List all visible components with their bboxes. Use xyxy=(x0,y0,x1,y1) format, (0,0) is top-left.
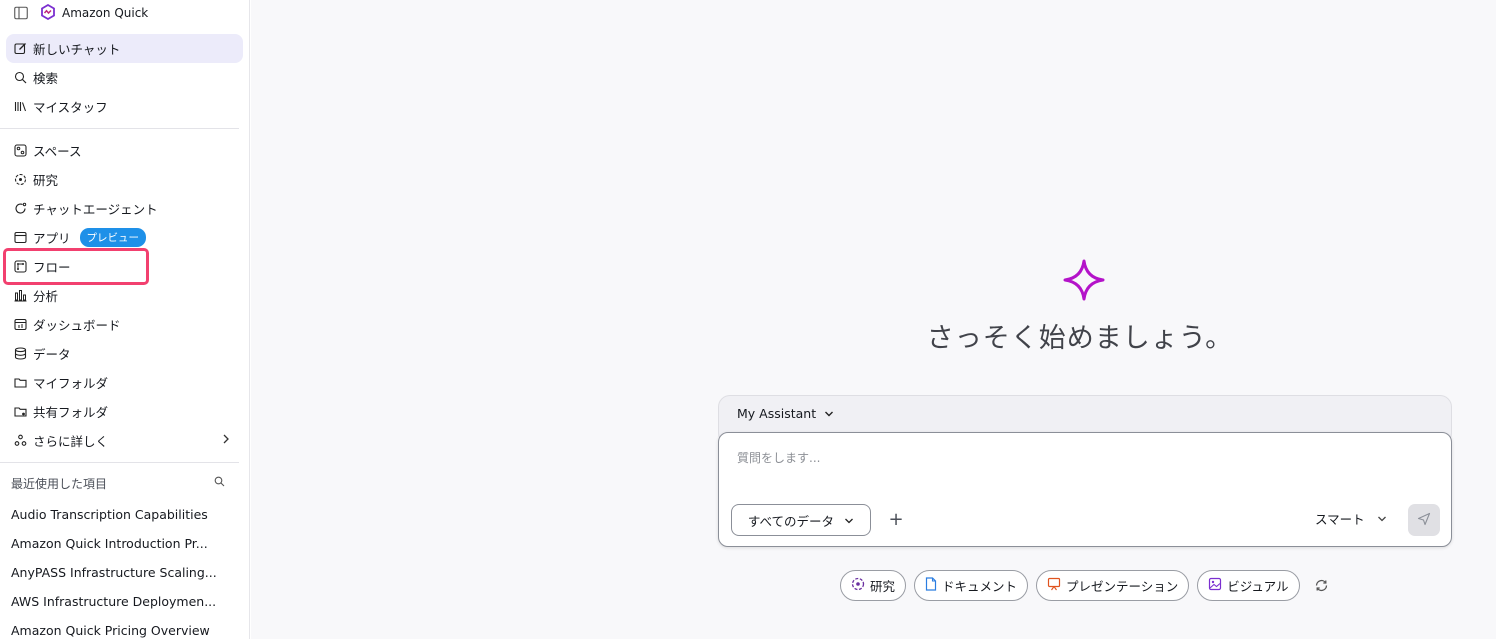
database-icon xyxy=(13,347,27,361)
analysis-icon xyxy=(13,289,27,303)
mode-label: スマート xyxy=(1315,512,1365,527)
document-icon xyxy=(925,576,937,594)
sidebar-item-data[interactable]: データ xyxy=(6,339,243,368)
sidebar-main-group: スペース 研究 チャットエージェント アプリ プレビュー フロー 分析 ダッシュ… xyxy=(0,136,249,455)
visual-icon xyxy=(1208,577,1222,594)
sidebar-divider xyxy=(0,462,239,463)
sidebar-item-research[interactable]: 研究 xyxy=(6,165,243,194)
edit-icon xyxy=(13,42,27,56)
sidebar-item-analysis[interactable]: 分析 xyxy=(6,281,243,310)
dashboard-icon xyxy=(13,318,27,332)
sidebar-item-label: フロー xyxy=(33,260,71,275)
sidebar-item-label: 共有フォルダ xyxy=(33,405,109,420)
sidebar-item-label: スペース xyxy=(33,144,82,159)
chevron-right-icon xyxy=(221,433,231,448)
spaces-icon xyxy=(13,144,27,158)
more-icon xyxy=(13,434,27,448)
recent-search-icon[interactable] xyxy=(214,476,225,490)
mode-dropdown[interactable]: スマート xyxy=(1315,509,1387,528)
chat-agent-icon xyxy=(13,202,27,216)
sidebar-item-more[interactable]: さらに詳しく xyxy=(6,426,243,455)
chip-label: ドキュメント xyxy=(942,578,1018,594)
sidebar-item-chat-agent[interactable]: チャットエージェント xyxy=(6,194,243,223)
sidebar-item-new-chat[interactable]: 新しいチャット xyxy=(6,34,243,63)
brand[interactable]: Amazon Quick xyxy=(40,3,149,23)
recent-header-label: 最近使用した項目 xyxy=(11,476,108,491)
sidebar-item-dashboard[interactable]: ダッシュボード xyxy=(6,310,243,339)
recent-header: 最近使用した項目 xyxy=(0,470,249,496)
composer: 質問をします... すべてのデータ + スマート xyxy=(718,432,1452,547)
send-icon xyxy=(1417,511,1431,530)
main-content: さっそく始めましょう。 My Assistant 質問をします... すべてのデ… xyxy=(251,0,1496,639)
sidebar-item-label: さらに詳しく xyxy=(33,434,109,449)
recent-item[interactable]: AnyPASS Infrastructure Scaling... xyxy=(0,558,220,587)
data-source-label: すべてのデータ xyxy=(747,513,835,529)
sidebar: Amazon Quick 新しいチャット 検索 マイスタッフ スペース 研究 チ… xyxy=(0,0,250,639)
sidebar-item-label: データ xyxy=(33,347,71,362)
amazon-quick-logo-icon xyxy=(40,3,56,23)
search-icon xyxy=(13,71,27,85)
refresh-icon[interactable] xyxy=(1314,577,1330,593)
app-title: Amazon Quick xyxy=(62,6,149,20)
sidebar-item-label: マイスタッフ xyxy=(33,100,108,115)
suggestion-chips: 研究 ドキュメント プレゼンテーション ビジュアル xyxy=(840,569,1330,601)
chevron-down-icon xyxy=(1377,511,1387,526)
chevron-down-icon xyxy=(824,406,834,421)
chip-label: 研究 xyxy=(870,578,896,594)
chip-presentation[interactable]: プレゼンテーション xyxy=(1036,569,1190,601)
topbar: Amazon Quick xyxy=(0,0,249,26)
recent-item[interactable]: AWS Infrastructure Deploymen... xyxy=(0,587,220,616)
assistant-label: My Assistant xyxy=(737,406,817,421)
recent-item[interactable]: Amazon Quick Introduction Pr... xyxy=(0,529,220,558)
app-icon xyxy=(13,231,27,245)
sidebar-toggle-icon[interactable] xyxy=(14,6,28,20)
sidebar-item-label: マイフォルダ xyxy=(33,376,109,391)
sidebar-item-label: アプリ xyxy=(33,231,71,246)
chip-visual[interactable]: ビジュアル xyxy=(1197,569,1300,601)
page-headline: さっそく始めましょう。 xyxy=(926,323,1234,354)
chip-document[interactable]: ドキュメント xyxy=(914,569,1029,601)
library-icon xyxy=(13,100,27,114)
preview-badge: プレビュー xyxy=(79,228,147,247)
sidebar-item-search[interactable]: 検索 xyxy=(6,63,243,92)
sidebar-item-apps[interactable]: アプリ プレビュー xyxy=(6,223,243,252)
sidebar-divider xyxy=(0,128,239,129)
sidebar-item-spaces[interactable]: スペース xyxy=(6,136,243,165)
sparkle-icon xyxy=(1063,259,1105,305)
sidebar-item-shared-folder[interactable]: 共有フォルダ xyxy=(6,397,243,426)
data-source-dropdown[interactable]: すべてのデータ xyxy=(731,504,871,536)
folder-icon xyxy=(13,376,27,390)
sidebar-item-label: ダッシュボード xyxy=(33,318,121,333)
sidebar-item-flow[interactable]: フロー xyxy=(6,252,243,281)
research-icon xyxy=(851,577,865,594)
send-button[interactable] xyxy=(1408,504,1440,536)
sidebar-item-label: 検索 xyxy=(33,71,59,86)
recent-item[interactable]: Amazon Quick Pricing Overview xyxy=(0,616,220,639)
assistant-selector-label-wrap: My Assistant xyxy=(737,406,834,421)
shared-folder-icon xyxy=(13,405,27,419)
question-input[interactable]: 質問をします... xyxy=(737,449,820,466)
recent-item[interactable]: Audio Transcription Capabilities xyxy=(0,500,220,529)
sidebar-top-group: 新しいチャット 検索 マイスタッフ xyxy=(0,34,249,121)
chip-label: ビジュアル xyxy=(1227,578,1289,594)
flow-icon xyxy=(13,260,27,274)
sidebar-item-my-staff[interactable]: マイスタッフ xyxy=(6,92,243,121)
sidebar-item-label: チャットエージェント xyxy=(33,202,158,217)
presentation-icon xyxy=(1047,577,1061,594)
chevron-down-icon xyxy=(844,513,854,528)
research-icon xyxy=(13,173,27,187)
sidebar-item-label: 新しいチャット xyxy=(33,42,121,57)
sidebar-item-label: 分析 xyxy=(33,289,59,304)
chip-research[interactable]: 研究 xyxy=(840,569,907,601)
sidebar-item-label: 研究 xyxy=(33,173,59,188)
chip-label: プレゼンテーション xyxy=(1066,578,1179,594)
add-button[interactable]: + xyxy=(887,509,905,531)
sidebar-item-my-folder[interactable]: マイフォルダ xyxy=(6,368,243,397)
assistant-panel: My Assistant 質問をします... すべてのデータ + スマート xyxy=(718,395,1452,548)
